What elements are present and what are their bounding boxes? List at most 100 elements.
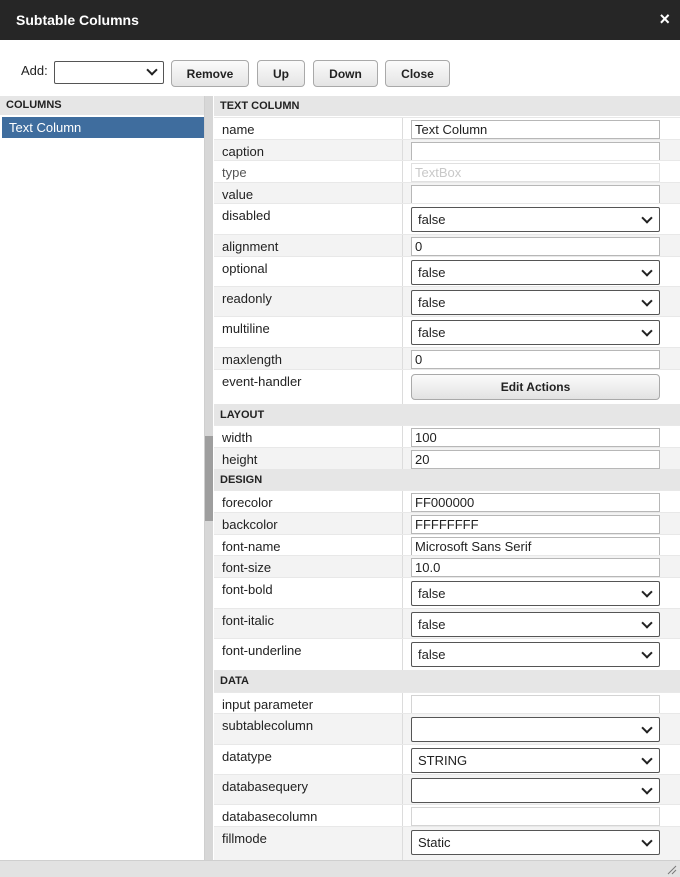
font-size-input[interactable]: 10.0	[411, 558, 660, 577]
prop-label: maxlength	[222, 352, 282, 367]
backcolor-input[interactable]: FFFFFFFF	[411, 515, 660, 534]
value-input[interactable]	[411, 185, 660, 204]
prop-row-multiline: multiline false	[214, 316, 680, 347]
chevron-down-icon	[641, 212, 653, 224]
prop-label: font-name	[222, 539, 281, 554]
prop-label: event-handler	[222, 374, 302, 389]
window-title: Subtable Columns	[16, 12, 139, 28]
chevron-down-icon	[641, 835, 653, 847]
alignment-input[interactable]: 0	[411, 237, 660, 256]
prop-row-databasequery: databasequery	[214, 774, 680, 804]
chevron-down-icon	[641, 647, 653, 659]
prop-row-backcolor: backcolor FFFFFFFF	[214, 512, 680, 534]
prop-row-font-underline: font-underline false	[214, 638, 680, 670]
prop-row-optional: optional false	[214, 256, 680, 286]
databasequery-select[interactable]	[411, 778, 660, 803]
disabled-select[interactable]: false	[411, 207, 660, 232]
section-design: DESIGN	[214, 469, 680, 490]
input-parameter-input[interactable]	[411, 695, 660, 714]
chevron-down-icon	[641, 722, 653, 734]
databasecolumn-input[interactable]	[411, 807, 660, 826]
columns-header: COLUMNS	[0, 96, 204, 115]
up-button[interactable]: Up	[257, 60, 305, 87]
prop-label: readonly	[222, 291, 272, 306]
column-list-item[interactable]: Text Column	[2, 117, 204, 138]
chevron-down-icon	[146, 64, 158, 76]
chevron-down-icon	[641, 586, 653, 598]
prop-label: backcolor	[222, 517, 278, 532]
fillmode-select[interactable]: Static	[411, 830, 660, 855]
optional-select[interactable]: false	[411, 260, 660, 285]
prop-row-font-bold: font-bold false	[214, 577, 680, 608]
readonly-select[interactable]: false	[411, 290, 660, 315]
prop-row-type: type TextBox	[214, 160, 680, 182]
prop-row-fillmode: fillmode Static	[214, 826, 680, 860]
prop-label: optional	[222, 261, 268, 276]
prop-row-font-italic: font-italic false	[214, 608, 680, 638]
prop-label: input parameter	[222, 697, 314, 712]
prop-row-maxlength: maxlength 0	[214, 347, 680, 369]
prop-row-name: name Text Column	[214, 117, 680, 139]
prop-label: databasecolumn	[222, 809, 318, 824]
prop-label: name	[222, 122, 255, 137]
prop-label: databasequery	[222, 779, 309, 794]
down-button[interactable]: Down	[313, 60, 378, 87]
prop-row-datatype: datatype STRING	[214, 744, 680, 774]
prop-label: font-italic	[222, 613, 275, 628]
chevron-down-icon	[641, 783, 653, 795]
prop-label: caption	[222, 144, 264, 159]
prop-row-databasecolumn: databasecolumn	[214, 804, 680, 826]
section-layout: LAYOUT	[214, 404, 680, 425]
font-underline-select[interactable]: false	[411, 642, 660, 667]
font-name-input[interactable]: Microsoft Sans Serif	[411, 537, 660, 556]
name-input[interactable]: Text Column	[411, 120, 660, 139]
prop-label: fillmode	[222, 831, 267, 846]
title-bar: Subtable Columns ×	[0, 0, 680, 40]
prop-label: height	[222, 452, 258, 467]
prop-label: font-size	[222, 560, 272, 575]
close-icon[interactable]: ×	[659, 9, 670, 29]
prop-label: disabled	[222, 208, 271, 223]
prop-label: font-bold	[222, 582, 273, 597]
multiline-select[interactable]: false	[411, 320, 660, 345]
prop-row-input-parameter: input parameter	[214, 692, 680, 714]
prop-row-height: height 20	[214, 447, 680, 469]
close-button[interactable]: Close	[385, 60, 450, 87]
height-input[interactable]: 20	[411, 450, 660, 469]
font-italic-select[interactable]: false	[411, 612, 660, 637]
prop-row-caption: caption	[214, 139, 680, 161]
forecolor-input[interactable]: FF000000	[411, 493, 660, 512]
property-grid: TEXT COLUMN name Text Column caption typ…	[214, 96, 680, 860]
resize-grip-icon[interactable]	[665, 863, 677, 875]
add-label: Add:	[21, 63, 48, 78]
maxlength-input[interactable]: 0	[411, 350, 660, 369]
chevron-down-icon	[641, 295, 653, 307]
chevron-down-icon	[641, 265, 653, 277]
prop-label: width	[222, 430, 253, 445]
add-column-select[interactable]	[54, 61, 164, 84]
chevron-down-icon	[641, 753, 653, 765]
columns-panel: COLUMNS Text Column	[0, 96, 205, 860]
prop-row-alignment: alignment 0	[214, 234, 680, 256]
font-bold-select[interactable]: false	[411, 581, 660, 606]
remove-button[interactable]: Remove	[171, 60, 249, 87]
prop-label: font-underline	[222, 643, 302, 658]
edit-actions-button[interactable]: Edit Actions	[411, 374, 660, 400]
prop-row-width: width 100	[214, 425, 680, 447]
prop-label: subtablecolumn	[222, 718, 314, 733]
splitter-grip[interactable]	[205, 436, 213, 521]
width-input[interactable]: 100	[411, 428, 660, 447]
subtablecolumn-select[interactable]	[411, 717, 660, 742]
prop-label: value	[222, 187, 254, 202]
caption-input[interactable]	[411, 142, 660, 161]
prop-row-font-name: font-name Microsoft Sans Serif	[214, 534, 680, 556]
prop-label: multiline	[222, 321, 270, 336]
section-data: DATA	[214, 670, 680, 692]
status-bar	[0, 860, 680, 877]
section-text-column: TEXT COLUMN	[214, 96, 680, 116]
datatype-select[interactable]: STRING	[411, 748, 660, 773]
prop-label: forecolor	[222, 495, 273, 510]
prop-label: type	[222, 165, 247, 180]
chevron-down-icon	[641, 325, 653, 337]
type-input: TextBox	[411, 163, 660, 182]
